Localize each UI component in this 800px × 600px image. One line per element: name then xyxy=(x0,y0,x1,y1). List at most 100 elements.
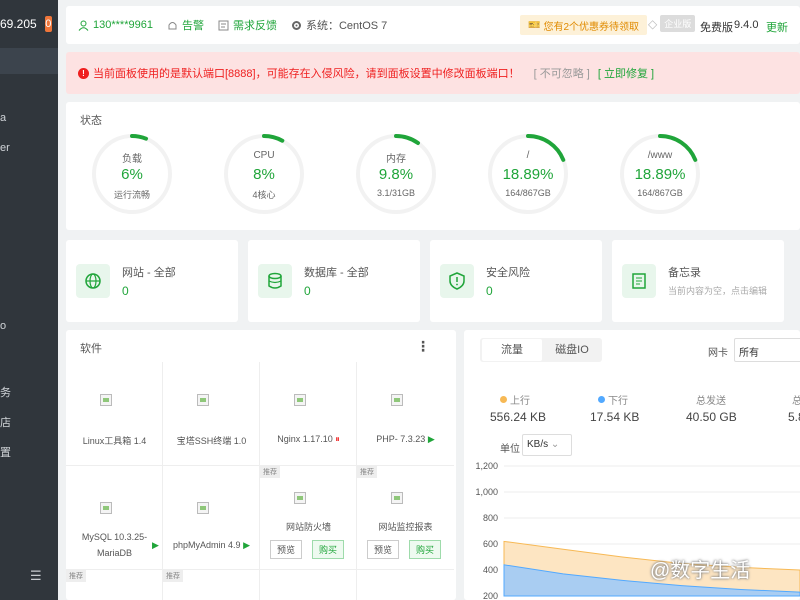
card-title: 安全风险 xyxy=(486,267,530,279)
sidebar-item-4[interactable]: 务 xyxy=(0,384,11,400)
gauge-sub: 4核心 xyxy=(252,190,276,200)
gauge-label: / xyxy=(526,150,530,161)
gauge[interactable]: / 18.89% 164/867GB xyxy=(486,132,570,216)
alarm-link[interactable]: 告警 xyxy=(167,17,204,33)
pause-icon[interactable]: ⏸ xyxy=(335,434,340,444)
gauge-value: 18.89% xyxy=(502,166,554,183)
update-link[interactable]: 更新 xyxy=(766,19,788,35)
gauge[interactable]: 负载 6% 运行流畅 xyxy=(90,132,174,216)
coupon-icon: 🎫 xyxy=(528,19,541,31)
preview-button[interactable]: 预览 xyxy=(270,540,303,559)
gear-icon xyxy=(291,20,301,30)
more-icon[interactable]: ⋮ xyxy=(416,338,430,355)
enterprise-tag: 企业版 xyxy=(660,15,696,32)
edition-label: 免费版 xyxy=(700,22,733,34)
gauge-sub: 164/867GB xyxy=(637,188,683,198)
alert-ignore: [ 不可忽略 ] xyxy=(533,68,590,80)
software-name: 宝塔SSH终端 1.0 xyxy=(176,436,247,446)
tab-traffic[interactable]: 流量 xyxy=(482,339,542,361)
watermark: @数字生活 xyxy=(650,560,751,582)
software-item[interactable]: 推荐 xyxy=(66,570,163,600)
coupon-banner[interactable]: 🎫 您有2个优惠券待领取 xyxy=(520,15,648,35)
software-item[interactable]: 宝塔SSH终端 1.0 xyxy=(163,362,260,466)
software-name: 网站防火墙 xyxy=(285,522,331,532)
gauge-value: 6% xyxy=(121,166,143,183)
alert-message: 当前面板使用的是默认端口[8888]，可能存在入侵风险，请到面板设置中修改面板端… xyxy=(93,68,520,80)
card-databases[interactable]: 数据库 - 全部 0 xyxy=(248,240,420,322)
app-icon xyxy=(197,502,209,514)
downstream-dot xyxy=(598,396,605,403)
memo-placeholder[interactable]: 当前内容为空，点击编辑 xyxy=(668,284,767,297)
y-tick-label: 400 xyxy=(483,565,498,575)
card-title: 网站 - 全部 xyxy=(122,267,176,279)
software-item[interactable]: MySQL 10.3.25- MariaDB ▶ xyxy=(66,466,163,570)
buy-button[interactable]: 购买 xyxy=(409,540,442,559)
sidebar-item-3[interactable]: o xyxy=(0,320,6,332)
hamburger-icon[interactable]: ☰ xyxy=(30,568,42,584)
total-sent-label: 总发送 xyxy=(696,396,726,407)
database-icon xyxy=(258,264,292,298)
total-recv-label: 总 xyxy=(792,396,800,407)
sidebar-item-2[interactable]: er xyxy=(0,142,10,154)
software-name-line2: MariaDB xyxy=(96,548,132,558)
status-panel: 状态 负载 6% 运行流畅 CPU 8% 4核心 内存 9.8% 3.1/31GB / 18.89%… xyxy=(66,102,800,230)
play-icon[interactable]: ▶ xyxy=(428,434,435,444)
enterprise-edition[interactable]: ◇ 企业版 xyxy=(648,15,696,32)
software-item[interactable]: Linux工具箱 1.4 xyxy=(66,362,163,466)
y-tick-label: 1,200 xyxy=(475,461,498,471)
unit-select[interactable]: KB/s ⌄ xyxy=(522,434,572,456)
card-value: 0 xyxy=(122,284,129,298)
version-label: 9.4.0 xyxy=(734,19,759,31)
gauge-sub: 运行流畅 xyxy=(113,190,150,200)
recommend-tag: 推荐 xyxy=(163,570,183,582)
feedback-link[interactable]: 需求反馈 xyxy=(218,17,277,33)
gauge[interactable]: CPU 8% 4核心 xyxy=(222,132,306,216)
play-icon[interactable]: ▶ xyxy=(243,540,250,550)
gauge-label: 负载 xyxy=(122,154,142,165)
y-tick-label: 200 xyxy=(483,591,498,600)
software-item[interactable]: 推荐 网站防火墙 预览 购买 xyxy=(260,466,357,570)
tab-disk-io[interactable]: 磁盘IO xyxy=(542,339,602,361)
y-tick-label: 1,000 xyxy=(475,487,498,497)
app-icon xyxy=(294,492,306,504)
feedback-label: 需求反馈 xyxy=(232,20,277,32)
server-ip: 69.205 xyxy=(0,17,37,31)
card-value: 0 xyxy=(486,284,493,298)
software-item[interactable]: Nginx 1.17.10 ⏸ xyxy=(260,362,357,466)
sidebar-item-5[interactable]: 店 xyxy=(0,414,11,430)
warning-icon: ! xyxy=(78,67,89,79)
preview-button[interactable]: 预览 xyxy=(367,540,400,559)
software-item[interactable]: 推荐 xyxy=(163,570,260,600)
gauge-value: 9.8% xyxy=(378,166,414,183)
play-icon[interactable]: ▶ xyxy=(152,540,159,551)
software-item[interactable]: phpMyAdmin 4.9 ▶ xyxy=(163,466,260,570)
software-item[interactable]: PHP- 7.3.23 ▶ xyxy=(357,362,454,466)
app-icon xyxy=(197,394,209,406)
fix-now-link[interactable]: [ 立即修复 ] xyxy=(598,65,654,81)
app-icon xyxy=(100,502,112,514)
card-websites[interactable]: 网站 - 全部 0 xyxy=(66,240,238,322)
total-recv-value: 5.8 xyxy=(788,410,800,424)
alarm-label: 告警 xyxy=(181,20,204,32)
nic-label: 网卡 xyxy=(708,348,728,359)
software-item[interactable] xyxy=(260,570,357,600)
sidebar-item-1[interactable]: a xyxy=(0,112,6,124)
sidebar-item-6[interactable]: 置 xyxy=(0,444,11,460)
feedback-icon xyxy=(218,20,229,30)
message-badge[interactable]: 0 xyxy=(44,16,52,32)
user-account[interactable]: 130****9961 xyxy=(78,19,153,31)
nic-select[interactable]: 所有 xyxy=(734,338,800,362)
buy-button[interactable]: 购买 xyxy=(312,540,345,559)
card-security[interactable]: 安全风险 0 xyxy=(430,240,602,322)
gauge[interactable]: /www 18.89% 164/867GB xyxy=(618,132,702,216)
gauge[interactable]: 内存 9.8% 3.1/31GB xyxy=(354,132,438,216)
user-phone: 130****9961 xyxy=(93,19,153,31)
card-memo[interactable]: 备忘录 当前内容为空，点击编辑 xyxy=(612,240,784,322)
software-item[interactable]: 推荐 网站监控报表 预览 购买 xyxy=(357,466,454,570)
software-name: PHP- 7.3.23 ▶ xyxy=(376,434,435,444)
total-sent-value: 40.50 GB xyxy=(686,410,737,424)
downstream-label: 下行 xyxy=(598,392,628,407)
software-name: Nginx 1.17.10 ⏸ xyxy=(277,434,340,444)
sidebar: 69.205 0 a er o 务 店 置 ☰ xyxy=(0,0,58,600)
sidebar-item-home[interactable] xyxy=(0,48,58,74)
